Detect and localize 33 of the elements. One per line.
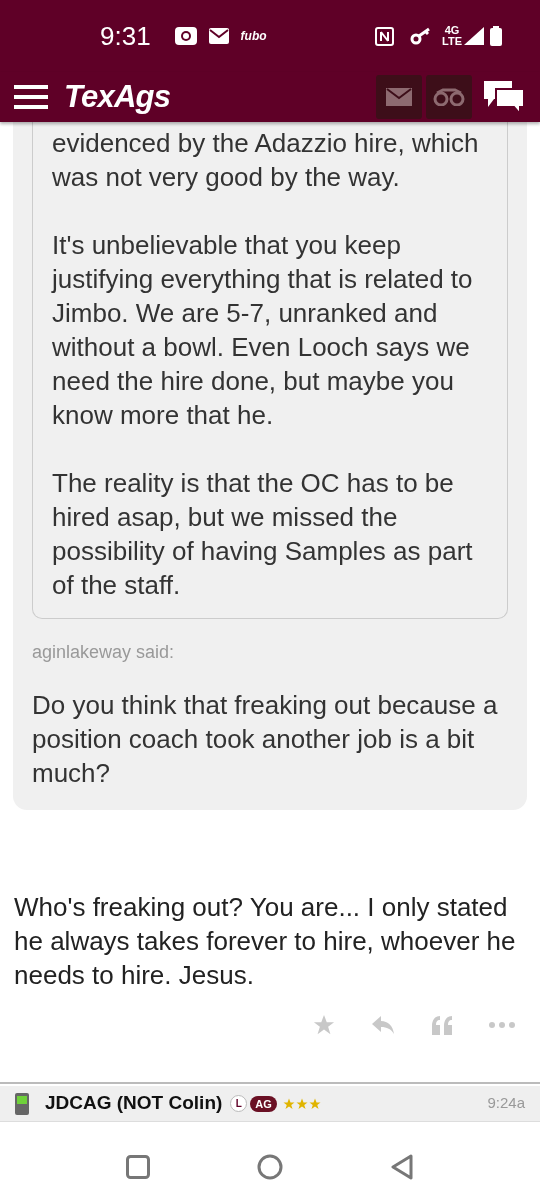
reply-text: Who's freaking out? You are... I only stated he always takes forever to hire, whoever he needs to hire. Jesus.: [13, 891, 517, 992]
battery-icon: [490, 26, 502, 46]
quote-author: aginlakeway said:: [32, 641, 176, 664]
star-icon[interactable]: [313, 1014, 335, 1036]
binoculars-icon: [433, 88, 465, 106]
user-badge: AG: [250, 1095, 277, 1112]
rating-star: [295, 1097, 308, 1110]
status-time: 9:31: [100, 19, 151, 53]
rating-star: [308, 1097, 321, 1110]
back-button[interactable]: [390, 1153, 414, 1180]
camera-icon: [174, 27, 197, 45]
quoted-paragraph: Do you think that freaking out because a position coach took another job is a bit much?: [32, 689, 499, 790]
mail-icon: [386, 88, 412, 106]
quoted-paragraph: The reality is that the OC has to be hired asap, but we missed the possibility of having Samples as part of the staff.: [52, 467, 474, 602]
mail-icon: [208, 28, 229, 44]
binoculars-button[interactable]: [426, 75, 472, 119]
home-button[interactable]: [257, 1153, 283, 1180]
recents-button[interactable]: [126, 1154, 150, 1179]
user-name[interactable]: JDCAG (NOT Colin): [45, 1089, 223, 1118]
messages-button[interactable]: [376, 75, 422, 119]
quoted-paragraph: evidenced by the Adazzio hire, which was not very good by the way.: [52, 127, 480, 194]
rating-star: [282, 1097, 295, 1110]
app-label: fubo: [240, 28, 267, 45]
phone-icon: [15, 1092, 29, 1115]
network-subtype: LTE: [442, 36, 462, 47]
nfc-icon: [375, 26, 395, 46]
user-badge: L: [230, 1095, 248, 1112]
quoted-paragraph: It's unbelievable that you keep justifying everything that is related to Jimbo. We are 5-7, unranked and without a bowl. Even Looch says we need the hire done, but maybe you know more that he.: [52, 229, 474, 432]
network-type: 4G: [444, 25, 460, 36]
signal-icon: [464, 27, 484, 45]
site-logo[interactable]: TexAgs: [64, 73, 171, 121]
post-time: 9:24a: [487, 1093, 525, 1114]
menu-button[interactable]: [14, 84, 48, 110]
